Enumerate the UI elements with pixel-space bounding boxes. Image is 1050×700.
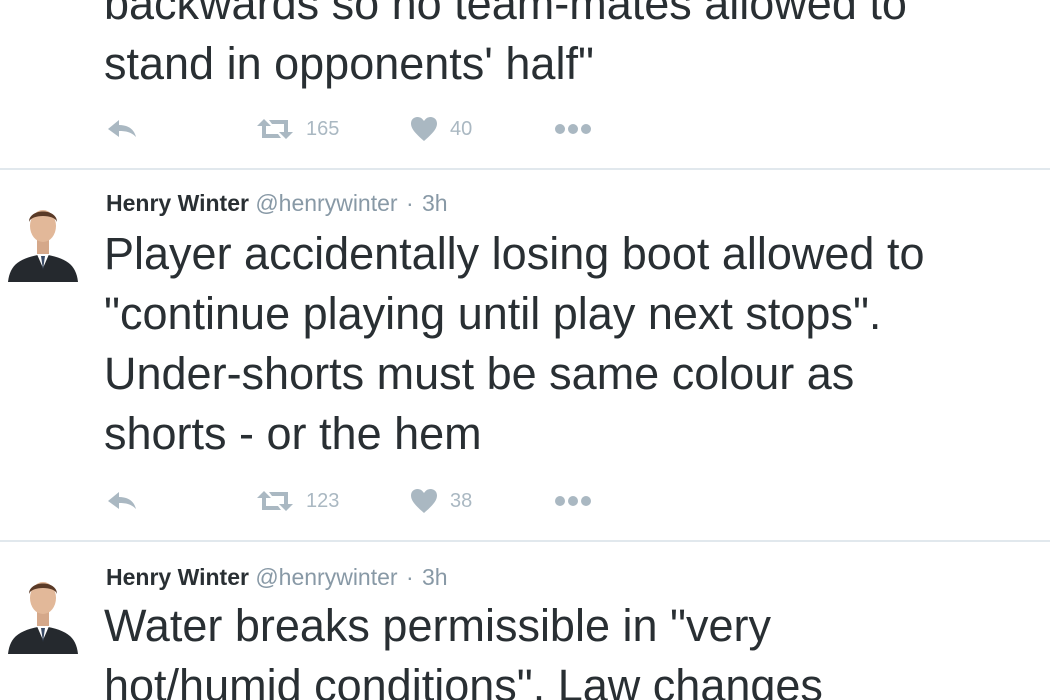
tweet-actions: 165 40 [106,114,706,144]
tweet-actions: 123 38 [106,486,706,516]
separator: · [405,564,414,590]
like-count: 40 [450,117,473,140]
tweet-time[interactable]: 3h [422,564,448,590]
heart-icon [411,489,437,513]
tweet-text: Water breaks permissible in "very hot/hu… [104,600,823,700]
retweet-button[interactable]: 123 [256,486,339,516]
like-button[interactable]: 38 [410,486,472,516]
reply-icon [108,120,136,137]
tweet-header: Henry Winter @henrywinter · 3h [106,563,448,591]
retweet-icon [257,119,293,139]
tweet[interactable]: Henry Winter @henrywinter · 3h Water bre… [0,542,1050,700]
retweet-count: 123 [306,489,340,512]
tweet-text: Player accidentally losing boot allowed … [104,228,925,459]
avatar[interactable] [6,196,80,282]
retweet-count: 165 [306,117,340,140]
like-count: 38 [450,489,473,512]
separator: · [405,190,414,216]
more-dots-icon [555,496,591,506]
more-dots-icon [555,124,591,134]
twitter-timeline: backwards so no team-mates allowed to st… [0,0,1050,700]
author-name[interactable]: Henry Winter [106,190,249,216]
more-button[interactable] [554,114,592,144]
retweet-button[interactable]: 165 [256,114,339,144]
tweet[interactable]: backwards so no team-mates allowed to st… [0,0,1050,168]
reply-icon [108,492,136,509]
reply-button[interactable] [106,114,138,144]
retweet-icon [257,491,293,511]
tweet[interactable]: Henry Winter @henrywinter · 3h Player ac… [0,170,1050,540]
tweet-text: backwards so no team-mates allowed to st… [104,0,907,89]
avatar[interactable] [6,568,80,654]
author-name[interactable]: Henry Winter [106,564,249,590]
more-button[interactable] [554,486,592,516]
tweet-header: Henry Winter @henrywinter · 3h [106,189,448,217]
author-handle[interactable]: @henrywinter [255,190,397,216]
author-handle[interactable]: @henrywinter [255,564,397,590]
tweet-time[interactable]: 3h [422,190,448,216]
like-button[interactable]: 40 [410,114,472,144]
heart-icon [411,117,437,141]
reply-button[interactable] [106,486,138,516]
